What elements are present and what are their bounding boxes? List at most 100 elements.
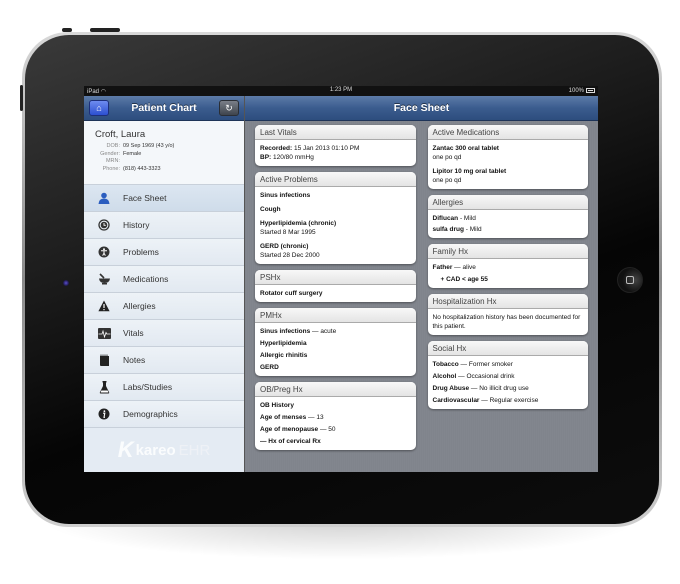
card-title: Social Hx xyxy=(427,341,588,356)
list-item: Zantac 300 oral tablet one po qd xyxy=(432,145,499,161)
refresh-button[interactable]: ↻ xyxy=(219,100,239,116)
sidebar-item-label: Vitals xyxy=(123,328,144,338)
notepad-icon xyxy=(97,353,111,367)
sidebar-navbar: ⌂ Patient Chart ↻ xyxy=(84,96,244,121)
face-sheet-content[interactable]: Last Vitals Recorded: 15 Jan 2013 01:10 … xyxy=(245,121,598,472)
pmhx-card[interactable]: PMHx Sinus infections — acute Hyperlipid… xyxy=(255,308,416,376)
list-item: Drug Abuse — No illicit drug use xyxy=(432,385,529,392)
hardware-volume-button xyxy=(90,28,120,32)
kareo-logo-icon: K xyxy=(117,437,134,462)
kareo-ehr-logo: K kareo EHR xyxy=(84,428,244,472)
card-title: Family Hx xyxy=(427,244,588,259)
home-icon: ⌂ xyxy=(96,103,102,113)
list-item: sulfa drug - Mild xyxy=(432,226,482,233)
info-icon xyxy=(97,407,111,421)
active-problems-card[interactable]: Active Problems Sinus infections Cough H… xyxy=(255,172,416,264)
mortar-pestle-icon xyxy=(97,272,111,286)
card-title: Active Problems xyxy=(255,172,416,187)
hospitalization-text: No hospitalization history has been docu… xyxy=(432,314,581,330)
main-navbar: Face Sheet xyxy=(245,96,598,121)
list-item: Rotator cuff surgery xyxy=(260,290,323,297)
list-item: GERD xyxy=(260,364,279,371)
sidebar-item-demographics[interactable]: Demographics xyxy=(84,401,244,428)
accessibility-icon xyxy=(97,245,111,259)
sidebar-item-label: Problems xyxy=(123,247,159,257)
home-square-icon xyxy=(626,276,634,284)
last-vitals-card[interactable]: Last Vitals Recorded: 15 Jan 2013 01:10 … xyxy=(255,125,416,166)
patient-gender: Gender: Female xyxy=(100,150,142,157)
left-column: Last Vitals Recorded: 15 Jan 2013 01:10 … xyxy=(255,125,416,472)
pshx-card[interactable]: PSHx Rotator cuff surgery xyxy=(255,270,416,302)
screen: iPad ◠ 1:23 PM 100% ⌂ Patient Chart ↻ Cr… xyxy=(84,86,598,472)
main-panel: Face Sheet Last Vitals Recorded: 15 Jan … xyxy=(245,96,598,472)
list-item: Tobacco — Former smoker xyxy=(432,361,513,368)
list-item: Cardiovascular — Regular exercise xyxy=(432,397,539,404)
vitals-bp: BP: 120/80 mmHg xyxy=(260,154,314,161)
patient-phone: Phone: (818) 443-3323 xyxy=(102,165,161,172)
list-item: Father — alive xyxy=(432,264,476,271)
sidebar-item-label: History xyxy=(123,220,150,230)
list-item: GERD (chronic) Started 28 Dec 2000 xyxy=(260,243,320,259)
hardware-lock-button xyxy=(62,28,72,32)
sidebar-item-allergies[interactable]: Allergies xyxy=(84,293,244,320)
active-medications-card[interactable]: Active Medications Zantac 300 oral table… xyxy=(427,125,588,189)
list-item: Hyperlipidemia xyxy=(260,340,307,347)
clock-icon xyxy=(97,218,111,232)
sidebar-item-label: Notes xyxy=(123,355,146,365)
sidebar-item-label: Demographics xyxy=(123,409,178,419)
sidebar-item-history[interactable]: History xyxy=(84,212,244,239)
sidebar: ⌂ Patient Chart ↻ Croft, Laura DOB: 09 Se… xyxy=(84,96,245,472)
list-item: + CAD < age 55 xyxy=(440,276,488,283)
refresh-icon: ↻ xyxy=(225,102,233,113)
logo-brand: kareo xyxy=(135,441,176,459)
sidebar-item-problems[interactable]: Problems xyxy=(84,239,244,266)
card-title: Allergies xyxy=(427,195,588,210)
patient-name: Croft, Laura xyxy=(95,129,146,140)
patient-mrn: MRN: xyxy=(105,158,120,164)
sidebar-item-label: Medications xyxy=(123,274,169,284)
sidebar-item-label: Face Sheet xyxy=(123,193,167,203)
patient-info: Croft, Laura DOB: 09 Sep 1969 (43 y/o) Ge… xyxy=(84,121,244,185)
warning-icon xyxy=(97,299,111,313)
logo-suffix: EHR xyxy=(178,441,211,459)
sidebar-item-label: Allergies xyxy=(123,301,156,311)
patient-dob: DOB: 09 Sep 1969 (43 y/o) xyxy=(106,143,175,149)
list-item: — Hx of cervical Rx xyxy=(260,438,321,445)
card-title: Hospitalization Hx xyxy=(427,294,588,309)
list-item: Hyperlipidemia (chronic) Started 8 Mar 1… xyxy=(260,220,337,236)
social-hx-card[interactable]: Social Hx Tobacco — Former smoker Alcoho… xyxy=(427,341,588,409)
card-title: OB/Preg Hx xyxy=(255,382,416,397)
allergies-card[interactable]: Allergies Diflucan - Mild sulfa drug - M… xyxy=(427,195,588,238)
card-title: Last Vitals xyxy=(255,125,416,140)
sidebar-item-medications[interactable]: Medications xyxy=(84,266,244,293)
list-item: Diflucan - Mild xyxy=(432,215,476,222)
hardware-home-button[interactable] xyxy=(617,267,643,293)
sidebar-item-labs-studies[interactable]: Labs/Studies xyxy=(84,374,244,401)
list-item: Sinus infections — acute xyxy=(260,328,337,335)
list-item: Age of menopause — 50 xyxy=(260,426,336,433)
list-item: Allergic rhinitis xyxy=(260,352,308,359)
vitals-recorded: Recorded: 15 Jan 2013 01:10 PM xyxy=(260,145,360,152)
list-item: Alcohol — Occasional drink xyxy=(432,373,515,380)
app: ⌂ Patient Chart ↻ Croft, Laura DOB: 09 Se… xyxy=(84,96,598,472)
ob-preg-card[interactable]: OB/Preg Hx OB History Age of menses — 13… xyxy=(255,382,416,450)
home-button[interactable]: ⌂ xyxy=(89,100,109,116)
page-title: Face Sheet xyxy=(393,102,450,114)
sidebar-title: Patient Chart xyxy=(131,102,197,114)
sidebar-item-notes[interactable]: Notes xyxy=(84,347,244,374)
camera-icon xyxy=(63,280,69,286)
family-hx-card[interactable]: Family Hx Father — alive + CAD < age 55 xyxy=(427,244,588,288)
card-title: PMHx xyxy=(255,308,416,323)
clock: 1:23 PM xyxy=(329,87,353,93)
hardware-mute-switch xyxy=(20,85,23,111)
hospitalization-hx-card[interactable]: Hospitalization Hx No hospitalization hi… xyxy=(427,294,588,335)
heartbeat-icon xyxy=(97,326,111,340)
flask-icon xyxy=(97,380,111,394)
sidebar-item-face-sheet[interactable]: Face Sheet xyxy=(84,185,244,212)
sidebar-item-vitals[interactable]: Vitals xyxy=(84,320,244,347)
list-item: Age of menses — 13 xyxy=(260,414,324,421)
sidebar-item-label: Labs/Studies xyxy=(123,382,173,392)
card-title: PSHx xyxy=(255,270,416,285)
list-item: Lipitor 10 mg oral tablet one po qd xyxy=(432,168,507,184)
list-item: Cough xyxy=(260,206,281,213)
